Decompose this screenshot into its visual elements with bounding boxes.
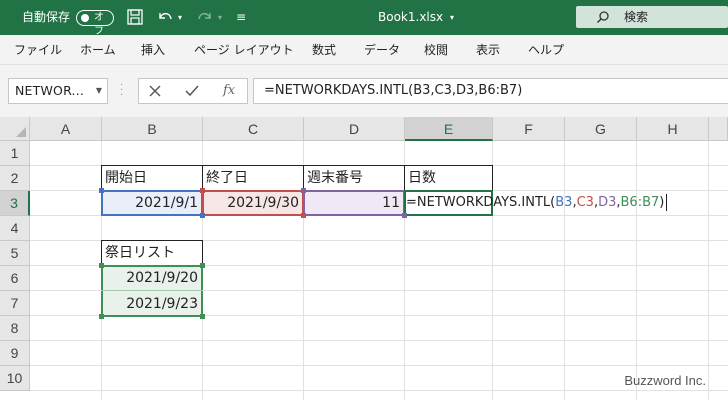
cell-c2[interactable]: 終了日	[202, 165, 304, 191]
cell-b3[interactable]: 2021/9/1	[101, 190, 203, 216]
formula-tools: fx	[138, 78, 248, 104]
tab-file[interactable]: ファイル	[14, 35, 62, 65]
column-header-f[interactable]: F	[493, 117, 565, 141]
range-handle[interactable]	[99, 314, 104, 319]
name-box-dropdown-icon[interactable]: ▼	[96, 79, 102, 103]
formula-bar: NETWOR... ▼ · · · fx =NETWORKDAYS.INTL(B3,…	[0, 65, 728, 117]
tab-formulas[interactable]: 数式	[312, 35, 336, 65]
undo-icon[interactable]	[156, 8, 174, 26]
file-menu-chevron-icon[interactable]: ▾	[450, 0, 454, 35]
redo-dropdown-icon[interactable]: ▾	[218, 0, 222, 35]
column-header-b[interactable]: B	[102, 117, 203, 141]
column-header-partial[interactable]	[709, 117, 728, 141]
gridline	[708, 141, 709, 400]
row-header-6[interactable]: 6	[0, 266, 30, 291]
tab-page-layout[interactable]: ページ レイアウト	[194, 35, 294, 65]
text-cursor	[666, 194, 668, 211]
range-handle[interactable]	[99, 188, 104, 193]
ribbon-tabs: ファイル ホーム 挿入 ページ レイアウト 数式 データ 校閲 表示 ヘルプ	[0, 35, 728, 65]
cell-b2[interactable]: 開始日	[101, 165, 203, 191]
range-handle[interactable]	[200, 213, 205, 218]
range-handle[interactable]	[301, 188, 306, 193]
title-bar: 自動保存 オフ ▾ ▾ ≡ Book1.xlsx ▾ 検索	[0, 0, 728, 37]
column-header-a[interactable]: A	[30, 117, 102, 141]
cancel-icon[interactable]	[149, 79, 161, 97]
row-header-7[interactable]: 7	[0, 291, 30, 316]
range-handle[interactable]	[402, 213, 407, 218]
gridline	[30, 390, 728, 391]
cell-d2[interactable]: 週末番号	[303, 165, 405, 191]
row-header-3[interactable]: 3	[0, 191, 30, 216]
tab-home[interactable]: ホーム	[80, 35, 116, 65]
formula-input[interactable]: =NETWORKDAYS.INTL(B3,C3,D3,B6:B7)	[253, 78, 728, 104]
row-header-5[interactable]: 5	[0, 241, 30, 266]
range-handle[interactable]	[200, 188, 205, 193]
cell-b5[interactable]: 祭日リスト	[101, 240, 203, 266]
ref-b6-b7: B6:B7	[620, 195, 660, 210]
cell-c3[interactable]: 2021/9/30	[202, 190, 304, 216]
cell-b7[interactable]: 2021/9/23	[101, 290, 203, 316]
autosave-toggle[interactable]: オフ	[76, 10, 114, 37]
toggle-knob	[81, 14, 89, 22]
column-header-g[interactable]: G	[565, 117, 637, 141]
formula-text: =NETWORKDAYS.INTL(B3,C3,D3,B6:B7)	[264, 83, 523, 98]
gridline	[564, 141, 565, 400]
tab-insert[interactable]: 挿入	[141, 35, 165, 65]
search-label: 検索	[624, 10, 649, 24]
row-header-1[interactable]: 1	[0, 141, 30, 166]
tab-view[interactable]: 表示	[476, 35, 500, 65]
save-icon[interactable]	[126, 8, 144, 26]
column-header-c[interactable]: C	[203, 117, 304, 141]
formula-prefix: =NETWORKDAYS.INTL(	[406, 195, 556, 210]
tab-review[interactable]: 校閲	[424, 35, 448, 65]
search-icon	[597, 11, 609, 23]
cell-e2[interactable]: 日数	[404, 165, 493, 191]
column-header-h[interactable]: H	[637, 117, 709, 141]
autosave-label: 自動保存	[22, 10, 71, 24]
resize-handle-icon[interactable]: · · ·	[120, 81, 123, 101]
name-box[interactable]: NETWOR... ▼	[8, 78, 108, 104]
range-handle[interactable]	[200, 263, 205, 268]
gridline	[30, 365, 728, 366]
row-header-4[interactable]: 4	[0, 216, 30, 241]
gridline	[30, 340, 728, 341]
select-all-button[interactable]	[0, 117, 30, 141]
gridline	[636, 141, 637, 400]
ref-d3: D3	[598, 195, 617, 210]
row-header-9[interactable]: 9	[0, 341, 30, 366]
formula-suffix: )	[659, 195, 665, 210]
customize-toolbar-icon[interactable]: ≡	[236, 0, 246, 35]
ref-b3: B3	[555, 195, 573, 210]
insert-function-icon[interactable]: fx	[223, 79, 235, 103]
search-box[interactable]: 検索	[576, 6, 728, 28]
enter-check-icon[interactable]	[185, 79, 199, 97]
worksheet-grid: A B C D E F G H 1 2 3 4 5 6 7 8 9 10 開始日…	[0, 117, 728, 400]
tab-data[interactable]: データ	[364, 35, 400, 65]
row-header-10[interactable]: 10	[0, 366, 30, 391]
range-handle[interactable]	[99, 263, 104, 268]
column-header-d[interactable]: D	[304, 117, 405, 141]
column-header-e[interactable]: E	[405, 117, 493, 141]
watermark: Buzzword Inc.	[624, 373, 706, 388]
cell-b6[interactable]: 2021/9/20	[101, 265, 203, 291]
row-header-2[interactable]: 2	[0, 166, 30, 191]
undo-dropdown-icon[interactable]: ▾	[178, 0, 182, 35]
range-handle[interactable]	[200, 314, 205, 319]
cell-e3-formula-edit[interactable]: =NETWORKDAYS.INTL(B3,C3,D3,B6:B7)	[406, 190, 668, 215]
range-handle[interactable]	[301, 213, 306, 218]
row-header-8[interactable]: 8	[0, 316, 30, 341]
ref-c3: C3	[576, 195, 594, 210]
cell-d3[interactable]: 11	[303, 190, 405, 216]
redo-icon[interactable]	[196, 8, 214, 26]
tab-help[interactable]: ヘルプ	[528, 35, 564, 65]
name-box-value: NETWOR...	[15, 83, 85, 98]
file-name[interactable]: Book1.xlsx	[378, 0, 443, 35]
